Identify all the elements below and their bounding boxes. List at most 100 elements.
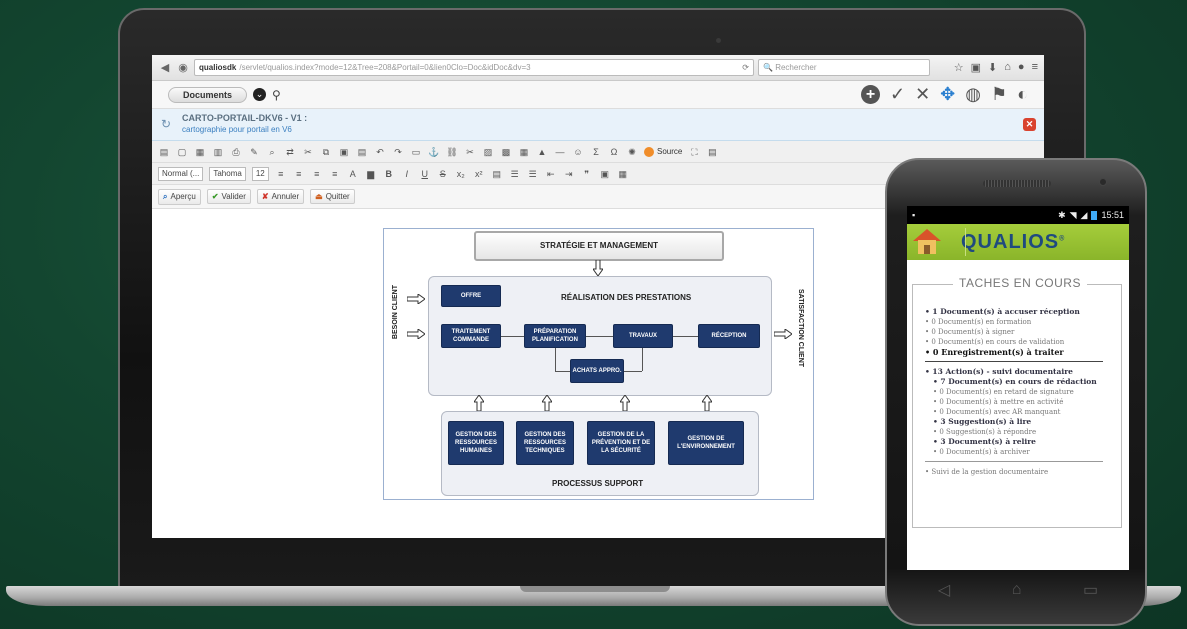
- close-icon[interactable]: ✕: [1023, 118, 1036, 131]
- action-item[interactable]: • 3 Suggestion(s) à lire: [925, 417, 1119, 427]
- cancel-button[interactable]: ✘ Annuler: [256, 189, 305, 204]
- preview-button[interactable]: ⌕ Aperçu: [158, 188, 201, 205]
- smiley-icon[interactable]: ☺: [572, 146, 584, 158]
- download-icon[interactable]: ⬇: [988, 61, 997, 74]
- special-icon[interactable]: ✺: [626, 146, 638, 158]
- indent-icon[interactable]: ⇥: [563, 168, 575, 180]
- home-icon[interactable]: ⌂: [1004, 61, 1011, 74]
- action-item[interactable]: • 13 Action(s) - suivi documentaire: [925, 367, 1119, 377]
- bullet-list-icon[interactable]: ☰: [527, 168, 539, 180]
- support-up-arrow-2: [542, 395, 552, 411]
- numbered-list-icon[interactable]: ☰: [509, 168, 521, 180]
- bg-color-icon[interactable]: ▆: [365, 168, 377, 180]
- print-icon[interactable]: ⎙: [230, 146, 242, 158]
- align-center-icon[interactable]: ≡: [293, 168, 305, 180]
- div-icon[interactable]: ▣: [599, 168, 611, 180]
- anchor-icon[interactable]: ⚓: [428, 146, 440, 158]
- globe-icon[interactable]: ◍: [965, 84, 981, 105]
- check-icon[interactable]: ✓: [890, 84, 905, 105]
- chart-icon[interactable]: ▲: [536, 146, 548, 158]
- home-house-icon[interactable]: [913, 229, 941, 255]
- task-item[interactable]: • 0 Document(s) en cours de validation: [925, 337, 1119, 347]
- action-item[interactable]: • 7 Document(s) en cours de rédaction: [925, 377, 1119, 387]
- link-icon[interactable]: ⛓: [446, 146, 458, 158]
- omega-icon[interactable]: Ω: [608, 146, 620, 158]
- outdent-icon[interactable]: ⇤: [545, 168, 557, 180]
- reload-icon[interactable]: ⟳: [742, 63, 749, 72]
- task-item[interactable]: • 0 Enregistrement(s) à traiter: [925, 347, 1119, 357]
- home-button-icon[interactable]: ⌂: [1012, 581, 1022, 599]
- action-item[interactable]: • 0 Document(s) à mettre en activité: [925, 397, 1119, 407]
- clipboard-icon[interactable]: ▣: [971, 61, 981, 74]
- settings-icon[interactable]: ◐: [1017, 84, 1028, 105]
- subscript-icon[interactable]: x₂: [455, 168, 467, 180]
- hr-icon[interactable]: ―: [554, 146, 566, 158]
- remove-format-icon[interactable]: ▤: [491, 168, 503, 180]
- footer-link[interactable]: • Suivi de la gestion documentaire: [925, 467, 1119, 477]
- unlink-icon[interactable]: ✂: [464, 146, 476, 158]
- task-item[interactable]: • 0 Document(s) à signer: [925, 327, 1119, 337]
- maximize-icon[interactable]: ⛶: [688, 146, 700, 158]
- align-left-icon[interactable]: ≡: [275, 168, 287, 180]
- task-item[interactable]: • 0 Document(s) en formation: [925, 317, 1119, 327]
- blocks-icon[interactable]: ▤: [706, 146, 718, 158]
- font-select[interactable]: Tahoma: [209, 166, 246, 181]
- preview-icon[interactable]: ▦: [194, 146, 206, 158]
- site-info-icon[interactable]: ◉: [176, 61, 190, 75]
- copy-icon[interactable]: ⧉: [320, 146, 332, 158]
- bold-icon[interactable]: B: [383, 168, 395, 180]
- dropdown-circle-icon[interactable]: ⌄: [253, 88, 267, 101]
- flag-icon[interactable]: ⚑: [991, 84, 1007, 105]
- pin-icon[interactable]: ⚲: [272, 88, 281, 102]
- new-page-icon[interactable]: ▢: [176, 146, 188, 158]
- documents-tab[interactable]: Documents: [168, 86, 248, 103]
- menu-icon[interactable]: ≡: [1032, 61, 1038, 74]
- action-item[interactable]: • 0 Document(s) en retard de signature: [925, 387, 1119, 397]
- undo-icon[interactable]: ↶: [374, 146, 386, 158]
- quit-button[interactable]: ⏏ Quitter: [310, 189, 355, 204]
- action-item[interactable]: • 0 Suggestion(s) à répondre: [925, 427, 1119, 437]
- underline-icon[interactable]: U: [419, 168, 431, 180]
- table-icon[interactable]: ▦: [518, 146, 530, 158]
- scissors-icon[interactable]: ✂: [302, 146, 314, 158]
- sum-icon[interactable]: Σ: [590, 146, 602, 158]
- italic-icon[interactable]: I: [401, 168, 413, 180]
- cut-icon[interactable]: ✕: [915, 84, 930, 105]
- action-item[interactable]: • 3 Document(s) à relire: [925, 437, 1119, 447]
- action-item[interactable]: • 0 Document(s) avec AR manquant: [925, 407, 1119, 417]
- iframe-icon[interactable]: ▦: [617, 168, 629, 180]
- add-icon[interactable]: +: [860, 85, 880, 104]
- align-right-icon[interactable]: ≡: [311, 168, 323, 180]
- browser-search-input[interactable]: 🔍 Rechercher: [758, 59, 930, 76]
- strike-icon[interactable]: S: [437, 168, 449, 180]
- form-icon[interactable]: ▭: [410, 146, 422, 158]
- quote-icon[interactable]: ❞: [581, 168, 593, 180]
- redo-icon[interactable]: ↷: [392, 146, 404, 158]
- spellcheck-icon[interactable]: ✎: [248, 146, 260, 158]
- flash-icon[interactable]: ▩: [500, 146, 512, 158]
- star-icon[interactable]: ☆: [954, 61, 964, 74]
- replace-icon[interactable]: ⇄: [284, 146, 296, 158]
- paste-icon[interactable]: ▣: [338, 146, 350, 158]
- find-icon[interactable]: ⌕: [266, 146, 278, 158]
- template-icon[interactable]: ▥: [212, 146, 224, 158]
- task-item[interactable]: • 1 Document(s) à accuser réception: [925, 307, 1119, 317]
- format-select[interactable]: Normal (...: [158, 166, 204, 181]
- justify-icon[interactable]: ≡: [329, 168, 341, 180]
- refresh-icon[interactable]: ↻: [161, 117, 171, 131]
- superscript-icon[interactable]: x²: [473, 168, 485, 180]
- action-item[interactable]: • 0 Document(s) à archiver: [925, 447, 1119, 457]
- size-select[interactable]: 12: [251, 166, 269, 181]
- image-icon[interactable]: ▨: [482, 146, 494, 158]
- chat-icon[interactable]: ●: [1018, 61, 1025, 74]
- move-icon[interactable]: ✥: [940, 84, 955, 105]
- validate-button[interactable]: ✔ Valider: [206, 189, 251, 204]
- save-icon[interactable]: ▤: [158, 146, 170, 158]
- url-bar[interactable]: qualiosdk /servlet/qualios.index?mode=12…: [194, 59, 754, 76]
- paste-text-icon[interactable]: ▤: [356, 146, 368, 158]
- back-icon[interactable]: ◁: [938, 580, 950, 600]
- recent-apps-icon[interactable]: ▭: [1083, 580, 1098, 600]
- source-button[interactable]: Source: [644, 146, 682, 157]
- text-color-icon[interactable]: A: [347, 168, 359, 180]
- back-arrow-icon[interactable]: ◀: [158, 61, 172, 75]
